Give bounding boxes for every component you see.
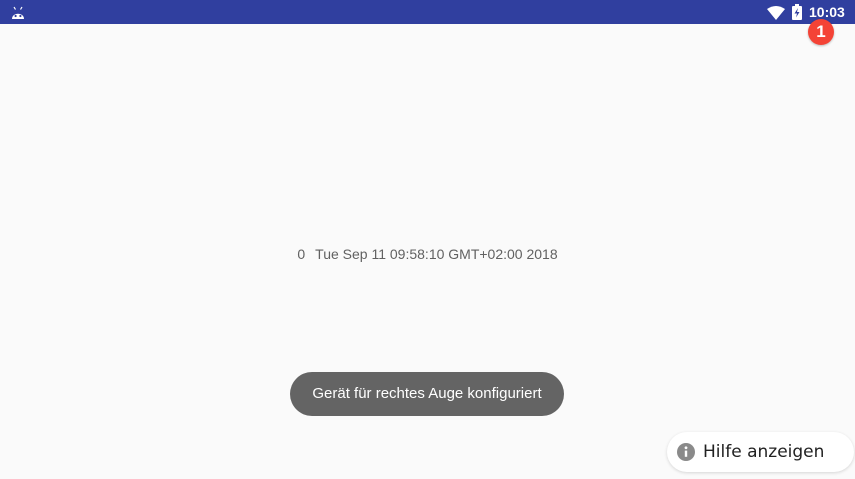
- status-bar: 10:03: [0, 0, 855, 24]
- wifi-icon: [767, 5, 785, 20]
- toast-message: Gerät für rechtes Auge konfiguriert: [290, 372, 564, 416]
- show-help-button[interactable]: Hilfe anzeigen: [667, 432, 854, 472]
- timestamp-text: Tue Sep 11 09:58:10 GMT+02:00 2018: [315, 246, 558, 262]
- show-help-label: Hilfe anzeigen: [703, 442, 825, 462]
- battery-charging-icon: [792, 4, 802, 20]
- notification-badge[interactable]: 1: [808, 19, 834, 45]
- timestamp-row: 0 Tue Sep 11 09:58:10 GMT+02:00 2018: [0, 244, 855, 264]
- counter-value: 0: [297, 246, 306, 262]
- status-clock: 10:03: [809, 4, 845, 20]
- android-icon: [11, 5, 25, 19]
- info-icon: [676, 442, 696, 462]
